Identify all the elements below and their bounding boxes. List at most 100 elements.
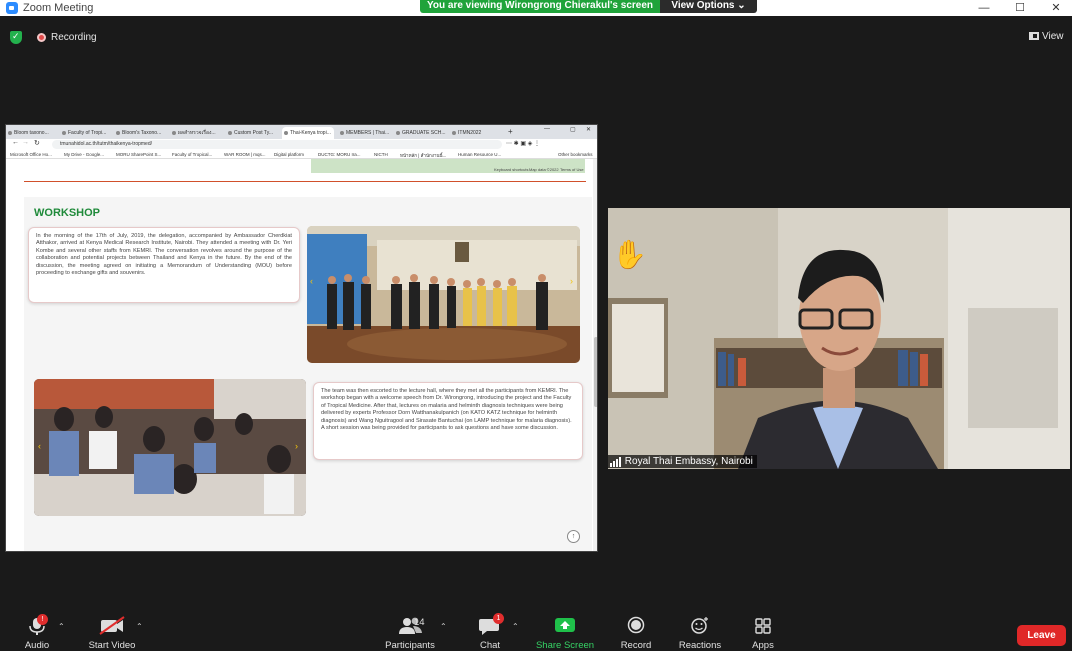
chevron-down-icon: ⌄ (737, 0, 746, 11)
bookmark-item[interactable]: Human Resource U... (458, 152, 501, 157)
url-field[interactable]: tmunahidol.ac.th/tutm/thaikenya-tropmed/ (52, 140, 502, 149)
carousel-next-icon[interactable]: › (295, 441, 298, 451)
video-off-icon (95, 616, 129, 635)
new-tab-icon[interactable]: + (508, 127, 513, 136)
carousel-prev-icon[interactable]: ‹ (310, 276, 313, 286)
scroll-to-top-button[interactable]: ↑ (567, 530, 580, 543)
start-video-label: Start Video (88, 640, 136, 651)
participant-video[interactable]: ✋ Royal Thai Embassy, Nairobi (608, 208, 1070, 469)
browser-close-icon[interactable]: ✕ (586, 126, 591, 133)
security-shield-icon[interactable] (10, 31, 22, 44)
share-banner: You are viewing Wirongrong Chierakul's s… (420, 0, 660, 13)
record-icon (621, 616, 651, 634)
participants-button[interactable]: 14 Participants (385, 616, 435, 651)
shared-screen: Bloom taxono... Faculty of Tropi... Bloo… (5, 124, 598, 552)
record-label: Record (620, 640, 652, 651)
browser-tab[interactable]: MEMBERS | Thai... (338, 127, 390, 139)
bookmark-item[interactable]: DUCTG: MORU Ira... (318, 152, 361, 157)
web-page: Keyboard shortcuts Map data ©2022 Terms … (6, 159, 597, 551)
browser-tab-strip: Bloom taxono... Faculty of Tropi... Bloo… (6, 125, 597, 139)
meeting-toolbar: ! Audio ⌃ Start Video ⌃ 14 Participants … (0, 612, 1072, 651)
map-label: Terms of Use (560, 167, 584, 172)
bookmark-item[interactable]: Digital platform (274, 152, 304, 157)
apps-icon (748, 616, 778, 634)
lecture-hall-photo: ‹ › (34, 379, 306, 516)
forward-icon[interactable]: → (22, 139, 29, 146)
participants-count: 14 (414, 617, 425, 628)
bookmark-item[interactable]: WAR ROOM | mqs... (224, 152, 266, 157)
share-screen-button[interactable]: Share Screen (536, 616, 594, 651)
participants-label: Participants (385, 640, 435, 651)
bookmark-item[interactable]: MORU SharePoint S... (116, 152, 161, 157)
extensions-icon[interactable]: ⋯ ✱ ▣ ◈ ⋮ (506, 140, 540, 147)
map-label: Map data ©2022 (529, 167, 559, 172)
share-screen-label: Share Screen (535, 640, 595, 651)
bookmark-item[interactable]: Other bookmarks (558, 152, 593, 157)
bookmarks-bar: Microsoft Office Ho... My Drive - Google… (6, 150, 597, 159)
view-button[interactable]: View (1029, 31, 1064, 42)
audio-warning-badge: ! (37, 614, 48, 625)
bookmark-item[interactable]: Faculty of Tropical... (172, 152, 212, 157)
meeting-photo: ‹ › (307, 226, 580, 363)
back-icon[interactable]: ← (12, 139, 19, 146)
reload-icon[interactable]: ↻ (34, 139, 40, 147)
chat-button[interactable]: 1 Chat (475, 613, 505, 651)
minimize-icon[interactable]: — (966, 0, 1002, 16)
reactions-label: Reactions (678, 640, 722, 651)
apps-label: Apps (752, 640, 774, 651)
signal-strength-icon (610, 456, 622, 467)
workshop-text-card: In the morning of the 17th of July, 2019… (28, 227, 300, 303)
carousel-prev-icon[interactable]: ‹ (38, 441, 41, 451)
start-video-button[interactable]: Start Video (89, 616, 135, 651)
participants-icon: 14 (385, 616, 435, 634)
recording-icon (37, 33, 46, 42)
browser-tab[interactable]: Bloom taxono... (6, 127, 58, 139)
audio-label: Audio (24, 640, 50, 651)
scrollbar-thumb[interactable] (594, 337, 597, 407)
page-scrollbar[interactable] (593, 159, 597, 551)
chat-options-caret-icon[interactable]: ⌃ (512, 622, 519, 631)
window-title-bar: Zoom Meeting You are viewing Wirongrong … (0, 0, 1072, 16)
reactions-button[interactable]: Reactions (679, 616, 721, 651)
bookmark-item[interactable]: Microsoft Office Ho... (10, 152, 52, 157)
browser-tab[interactable]: ITMN2022 (450, 127, 502, 139)
zoom-logo-icon (6, 2, 18, 14)
leave-button[interactable]: Leave (1017, 625, 1066, 646)
view-options-button[interactable]: View Options ⌄ (660, 0, 757, 13)
record-button[interactable]: Record (621, 616, 651, 651)
grid-icon (1029, 32, 1039, 40)
chat-icon: 1 (475, 613, 505, 635)
map-embed[interactable]: Keyboard shortcuts Map data ©2022 Terms … (311, 159, 585, 173)
browser-address-bar: ← → ↻ tmunahidol.ac.th/tutm/thaikenya-tr… (6, 139, 597, 150)
raised-hand-icon: ✋ (612, 239, 647, 270)
view-options-label: View Options (671, 0, 735, 11)
carousel-next-icon[interactable]: › (570, 276, 573, 286)
participants-options-caret-icon[interactable]: ⌃ (440, 622, 447, 631)
bookmark-item[interactable]: หน้าหลัก | สำนักงานนี้... (400, 152, 446, 159)
view-label: View (1042, 31, 1064, 42)
maximize-icon[interactable]: ☐ (1002, 0, 1038, 16)
browser-tab[interactable]: ผลสำหรวจเรื่อง... (170, 127, 222, 139)
close-icon[interactable]: ✕ (1038, 0, 1072, 16)
audio-options-caret-icon[interactable]: ⌃ (58, 622, 65, 631)
browser-tab[interactable]: GRADUATE SCH... (394, 127, 446, 139)
section-divider (24, 181, 586, 182)
video-options-caret-icon[interactable]: ⌃ (136, 622, 143, 631)
apps-button[interactable]: Apps (748, 616, 778, 651)
audio-button[interactable]: ! Audio (22, 614, 52, 651)
microphone-icon: ! (22, 614, 52, 635)
browser-minimize-icon[interactable]: — (544, 126, 550, 132)
workshop-text-card-2: The team was then escorted to the lectur… (313, 382, 583, 460)
browser-tab-active[interactable]: Thai-Kenya tropi... (282, 127, 334, 139)
share-screen-icon (548, 616, 582, 634)
browser-tab[interactable]: Faculty of Tropi... (60, 127, 110, 139)
section-title: WORKSHOP (34, 207, 100, 219)
browser-maximize-icon[interactable]: ▢ (570, 126, 576, 133)
participant-name-tag: Royal Thai Embassy, Nairobi (608, 455, 757, 468)
bookmark-item[interactable]: My Drive - Google... (64, 152, 104, 157)
bookmark-item[interactable]: NICTH (374, 152, 388, 157)
browser-tab[interactable]: Bloom's Taxono... (114, 127, 166, 139)
browser-tab[interactable]: Custom Post Ty... (226, 127, 280, 139)
window-title: Zoom Meeting (23, 2, 94, 14)
chat-unread-badge: 1 (493, 613, 504, 624)
